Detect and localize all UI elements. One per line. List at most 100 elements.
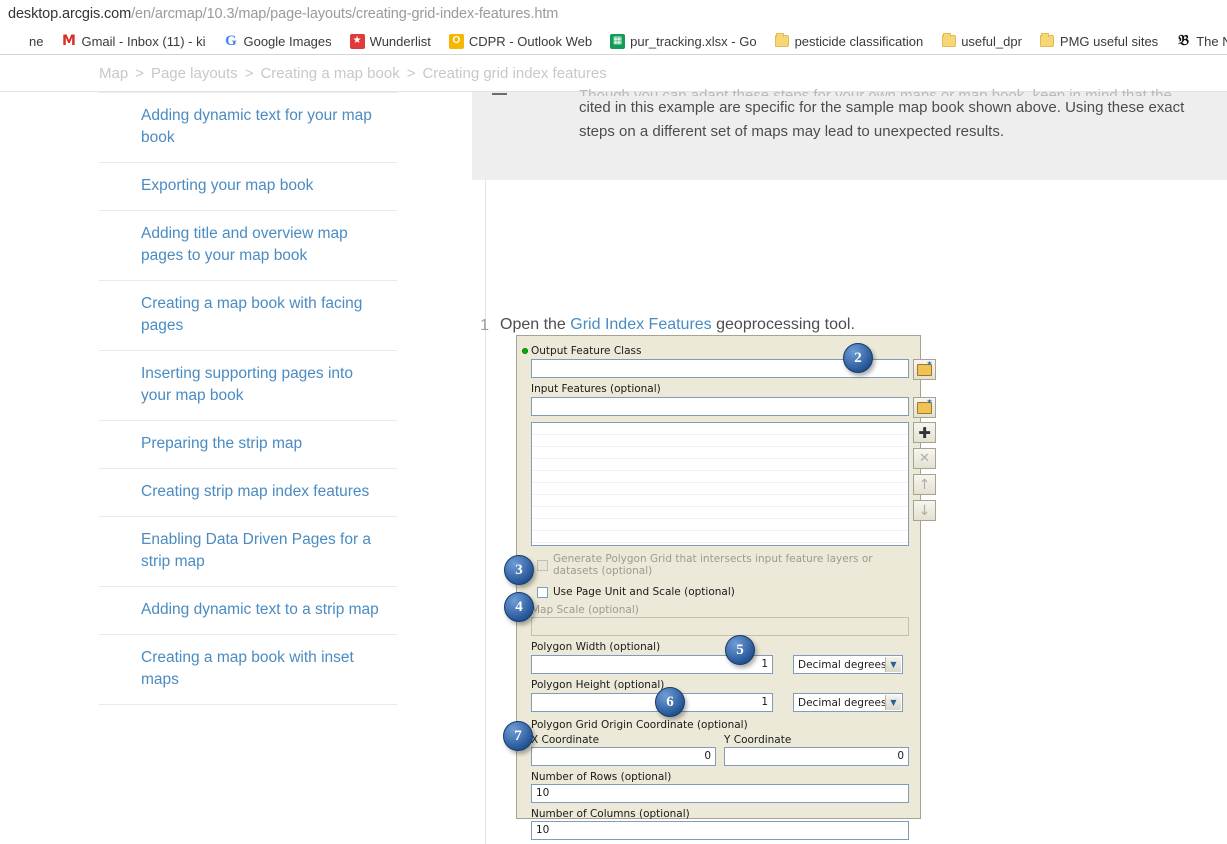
arrow-up-icon bbox=[919, 477, 931, 493]
generate-polygon-grid-checkbox[interactable]: Generate Polygon Grid that intersects in… bbox=[531, 553, 909, 577]
polygon-height-input[interactable]: 1 bbox=[531, 693, 773, 712]
bookmark-label: Gmail - Inbox (11) - ki bbox=[81, 33, 206, 49]
bookmark-label: pur_tracking.xlsx - Go bbox=[630, 33, 757, 49]
bookmark-label: The New York Times - bbox=[1196, 33, 1227, 49]
breadcrumb-separator: > bbox=[406, 64, 416, 82]
bookmark-item[interactable]: PMG useful sites bbox=[1031, 30, 1167, 53]
bookmark-item[interactable]: ne bbox=[0, 30, 52, 53]
outlook-icon: O bbox=[448, 33, 464, 49]
move-up-button[interactable] bbox=[913, 474, 936, 495]
bookmark-item[interactable]: useful_dpr bbox=[932, 30, 1031, 53]
address-bar[interactable]: desktop.arcgis.com/en/arcmap/10.3/map/pa… bbox=[0, 0, 1227, 28]
sidebar-item-map-book-facing-pages[interactable]: Creating a map book with facing pages bbox=[99, 281, 397, 351]
y-coordinate-label: Y Coordinate bbox=[724, 734, 792, 746]
required-indicator-icon bbox=[522, 348, 528, 354]
breadcrumb-item-page-layouts[interactable]: Page layouts bbox=[151, 65, 238, 82]
bookmark-item[interactable]: M Gmail - Inbox (11) - ki bbox=[52, 30, 214, 53]
grid-index-features-link[interactable]: Grid Index Features bbox=[570, 316, 711, 333]
breadcrumb-separator: > bbox=[135, 64, 144, 82]
move-down-button[interactable] bbox=[913, 500, 936, 521]
note-callout: Though you can adapt these steps for you… bbox=[472, 87, 1227, 180]
bookmark-item[interactable]: O CDPR - Outlook Web bbox=[440, 30, 601, 53]
bookmark-item[interactable]: 𝔅 The New York Times - bbox=[1167, 30, 1227, 53]
content-divider bbox=[485, 92, 486, 844]
callout-badge-5[interactable]: 5 bbox=[725, 635, 755, 665]
map-scale-input[interactable] bbox=[531, 617, 909, 636]
browser-chrome: desktop.arcgis.com/en/arcmap/10.3/map/pa… bbox=[0, 0, 1227, 55]
generate-polygon-grid-label: Generate Polygon Grid that intersects in… bbox=[553, 553, 873, 577]
folder-open-icon bbox=[917, 401, 932, 414]
folder-open-icon bbox=[917, 363, 932, 376]
polygon-width-label: Polygon Width (optional) bbox=[531, 641, 661, 653]
bookmark-item[interactable]: pesticide classification bbox=[766, 30, 933, 53]
gmail-icon: M bbox=[62, 33, 76, 49]
callout-badge-3[interactable]: 3 bbox=[504, 555, 534, 585]
nyt-icon: 𝔅 bbox=[1178, 32, 1190, 49]
breadcrumb-separator: > bbox=[244, 64, 254, 82]
sidebar-item-map-book-inset-maps[interactable]: Creating a map book with inset maps bbox=[99, 635, 397, 705]
add-feature-button[interactable]: ✚ bbox=[913, 422, 936, 443]
polygon-height-unit-select[interactable]: Decimal degrees ▼ bbox=[793, 693, 903, 712]
sidebar-item-adding-dynamic-text-map-book[interactable]: Adding dynamic text for your map book bbox=[99, 92, 397, 163]
sidebar-item-adding-title-overview-pages[interactable]: Adding title and overview map pages to y… bbox=[99, 211, 397, 281]
note-text: Though you can adapt these steps for you… bbox=[579, 84, 1199, 144]
sidebar-item-creating-strip-map-index-features[interactable]: Creating strip map index features bbox=[99, 469, 397, 517]
polygon-height-unit-value: Decimal degrees bbox=[798, 696, 887, 709]
polygon-width-unit-select[interactable]: Decimal degrees ▼ bbox=[793, 655, 903, 674]
breadcrumb-item-map[interactable]: Map bbox=[99, 65, 128, 82]
bookmark-label: CDPR - Outlook Web bbox=[468, 33, 593, 49]
number-of-columns-label: Number of Columns (optional) bbox=[531, 808, 690, 820]
bookmark-label: pesticide classification bbox=[794, 33, 924, 49]
breadcrumb-item-creating-a-map-book[interactable]: Creating a map book bbox=[260, 65, 399, 82]
plus-icon: ✚ bbox=[918, 423, 931, 442]
bookmarks-bar: ne M Gmail - Inbox (11) - ki G Google Im… bbox=[0, 28, 1227, 55]
google-sheets-icon: ▦ bbox=[610, 33, 626, 49]
x-coordinate-label: X Coordinate bbox=[531, 734, 600, 746]
remove-feature-button[interactable]: ✕ bbox=[913, 448, 936, 469]
browse-output-feature-class-button[interactable] bbox=[913, 359, 936, 380]
step-text-before: Open the bbox=[500, 316, 571, 333]
use-page-unit-and-scale-checkbox[interactable]: Use Page Unit and Scale (optional) bbox=[531, 586, 909, 598]
number-of-rows-label: Number of Rows (optional) bbox=[531, 771, 672, 783]
close-icon: ✕ bbox=[919, 451, 930, 466]
map-scale-label: Map Scale (optional) bbox=[531, 604, 639, 616]
url-path: /en/arcmap/10.3/map/page-layouts/creatin… bbox=[131, 6, 559, 22]
checkbox-box-icon bbox=[537, 586, 548, 598]
callout-badge-2[interactable]: 2 bbox=[843, 343, 873, 373]
callout-badge-6[interactable]: 6 bbox=[655, 687, 685, 717]
step-instruction: Open the Grid Index Features geoprocessi… bbox=[500, 316, 855, 334]
callout-badge-4[interactable]: 4 bbox=[504, 592, 534, 622]
sidebar-item-enabling-ddp-strip-map[interactable]: Enabling Data Driven Pages for a strip m… bbox=[99, 517, 397, 587]
number-of-columns-input[interactable]: 10 bbox=[531, 821, 909, 840]
sidebar-item-adding-dynamic-text-strip-map[interactable]: Adding dynamic text to a strip map bbox=[99, 587, 397, 635]
bookmark-item[interactable]: G Google Images bbox=[214, 30, 340, 53]
bookmark-label: Wunderlist bbox=[369, 33, 431, 49]
arrow-down-icon bbox=[919, 503, 931, 519]
chevron-down-icon: ▼ bbox=[885, 695, 901, 710]
callout-badge-7[interactable]: 7 bbox=[503, 721, 533, 751]
polygon-height-label: Polygon Height (optional) bbox=[531, 679, 665, 691]
sidebar-item-preparing-strip-map[interactable]: Preparing the strip map bbox=[99, 421, 397, 469]
browse-input-features-button[interactable] bbox=[913, 397, 936, 418]
bookmark-item[interactable]: ▦ pur_tracking.xlsx - Go bbox=[601, 30, 765, 53]
bookmark-label: useful_dpr bbox=[961, 33, 1022, 49]
sidebar-item-inserting-supporting-pages[interactable]: Inserting supporting pages into your map… bbox=[99, 351, 397, 421]
input-features-input[interactable] bbox=[531, 397, 909, 416]
bookmark-item[interactable]: ★ Wunderlist bbox=[341, 30, 440, 53]
sidebar-item-exporting-map-book[interactable]: Exporting your map book bbox=[99, 163, 397, 211]
chevron-down-icon: ▼ bbox=[885, 657, 901, 672]
sidebar-toc: Adding dynamic text for your map book Ex… bbox=[99, 92, 397, 705]
x-coordinate-input[interactable]: 0 bbox=[531, 747, 716, 766]
checkbox-box-icon bbox=[537, 559, 548, 571]
note-clipped-line: Though you can adapt these steps for you… bbox=[579, 87, 1172, 96]
step-number: 1 bbox=[480, 317, 489, 334]
input-features-list[interactable] bbox=[531, 422, 909, 546]
bookmark-label: ne bbox=[29, 33, 44, 49]
input-features-label: Input Features (optional) bbox=[531, 383, 661, 395]
number-of-rows-input[interactable]: 10 bbox=[531, 784, 909, 803]
wunderlist-icon: ★ bbox=[349, 33, 365, 49]
page-body: Adding dynamic text for your map book Ex… bbox=[0, 87, 1227, 844]
folder-icon bbox=[1040, 33, 1055, 49]
generic-icon bbox=[9, 34, 24, 49]
y-coordinate-input[interactable]: 0 bbox=[724, 747, 909, 766]
